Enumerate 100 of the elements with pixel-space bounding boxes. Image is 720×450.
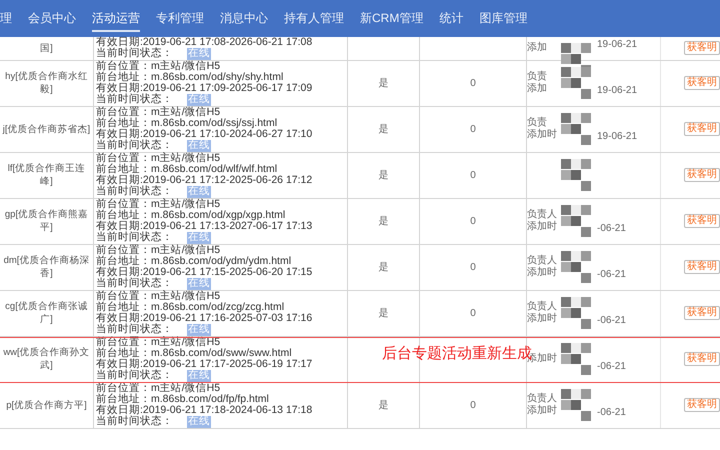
nav-tab[interactable]: 图库管理 — [479, 9, 528, 32]
info-line: 有效日期:2019-06-21 17:08-2026-06-21 17:08 — [96, 37, 314, 48]
date-text: 19-06-21 — [597, 84, 638, 98]
customer-detail-button[interactable]: 获客明 — [684, 398, 720, 412]
info-line: 有效日期:2019-06-21 17:13-2027-06-17 17:13 — [96, 221, 314, 232]
nav-tab[interactable]: 会员中心 — [28, 9, 76, 32]
owner-label: 负责 — [527, 117, 548, 128]
owner-label: 负责 — [527, 71, 547, 82]
nav-tab[interactable]: 活动运营 — [92, 9, 140, 32]
owner-label: 添加 — [527, 83, 547, 95]
nav-tab[interactable]: 理 — [0, 9, 12, 32]
activity-name: dm[优质合作商杨深 — [4, 254, 90, 267]
date-text: -06-21 — [597, 406, 626, 420]
owner-label: 负责人 — [527, 301, 557, 312]
nav-tab[interactable]: 消息中心 — [220, 9, 268, 32]
status-tag: 在线 — [187, 94, 211, 106]
status-label: 当前时间状态： — [96, 324, 173, 336]
info-line: 前台位置：m主站/微信H5 — [96, 60, 222, 72]
count-text: 0 — [470, 260, 476, 274]
flag-text: 是 — [378, 260, 388, 274]
status-label: 当前时间状态： — [96, 94, 173, 106]
nav-tab[interactable]: 专利管理 — [156, 9, 204, 32]
count-text: 0 — [470, 214, 476, 228]
status-label: 当前时间状态： — [96, 416, 173, 428]
owner-label: 添加时 — [527, 267, 557, 279]
status-tag: 在线 — [187, 140, 211, 152]
mosaic-drawing — [561, 388, 593, 422]
info-line: 前台位置：m主站/微信H5 — [96, 290, 222, 302]
customer-detail-button[interactable]: 获客明 — [684, 41, 720, 56]
date-text: -06-21 — [597, 222, 626, 236]
nav-tab[interactable]: 统计 — [439, 9, 464, 32]
info-line: 有效日期:2019-06-21 17:18-2024-06-13 17:18 — [96, 405, 314, 416]
info-line: 有效日期:2019-06-21 17:12-2025-06-26 17:12 — [96, 175, 314, 186]
status-tag: 在线 — [187, 278, 211, 290]
nav-tab[interactable]: 持有人管理 — [284, 9, 344, 32]
status-tag: 在线 — [187, 324, 211, 336]
owner-label: 负责人 — [527, 393, 557, 404]
flag-text: 是 — [378, 306, 388, 320]
date-text: -06-21 — [597, 268, 626, 282]
owner-label: 添加时 — [527, 221, 557, 233]
activity-name: p[优质合作商方平] — [6, 398, 87, 412]
activity-name: 峰] — [40, 175, 53, 188]
flag-text: 是 — [378, 122, 388, 136]
mosaic-drawing — [561, 296, 593, 330]
owner-label: 添加时 — [527, 405, 557, 417]
flag-text: 是 — [378, 214, 388, 228]
info-line: 前台地址：m.86sb.com/od/fp/fp.html — [96, 394, 270, 405]
info-line: 前台位置：m主站/微信H5 — [96, 244, 222, 256]
activity-name: 平] — [40, 221, 53, 234]
count-text: 0 — [470, 168, 476, 182]
activity-name: 武] — [40, 359, 53, 372]
owner-label: 负责人 — [527, 255, 557, 266]
customer-detail-button[interactable]: 获客明 — [684, 168, 720, 182]
mosaic-drawing — [561, 66, 593, 100]
mosaic-drawing — [561, 342, 593, 376]
date-text: 19-06-21 — [597, 130, 638, 144]
mosaic-drawing — [561, 250, 593, 284]
customer-detail-button[interactable]: 获客明 — [684, 76, 720, 90]
activity-name: cg[优质合作商张诚 — [5, 300, 88, 313]
info-line: 前台地址：m.86sb.com/od/zcg/zcg.html — [96, 302, 286, 313]
customer-detail-button[interactable]: 获客明 — [684, 122, 720, 136]
info-line: 前台位置：m主站/微信H5 — [96, 106, 222, 118]
owner-label: 添加时 — [527, 313, 557, 325]
count-text: 0 — [470, 398, 476, 412]
activity-name: 广] — [40, 313, 53, 326]
customer-detail-button[interactable]: 获客明 — [684, 260, 720, 274]
customer-detail-button[interactable]: 获客明 — [684, 306, 720, 320]
mosaic-drawing — [561, 158, 593, 192]
activity-name: 国] — [40, 42, 53, 55]
status-tag: 在线 — [187, 416, 211, 428]
owner-label: 添加 — [527, 42, 547, 54]
customer-detail-button[interactable]: 获客明 — [684, 352, 720, 366]
info-line: 前台地址：m.86sb.com/od/wlf/wlf.html — [96, 164, 278, 175]
status-tag: 在线 — [187, 186, 211, 198]
activity-name: hy[优质合作商水红 — [5, 70, 88, 83]
info-line: 有效日期:2019-06-21 17:17-2025-06-19 17:17 — [96, 359, 314, 370]
activity-name: j[优质合作商苏省杰] — [2, 122, 90, 136]
flag-text: 是 — [378, 76, 388, 90]
activity-name: gp[优质合作商熊嘉 — [4, 208, 88, 221]
date-text: -06-21 — [597, 360, 626, 374]
info-line: 前台位置：m主站/微信H5 — [96, 152, 222, 164]
info-line: 前台地址：m.86sb.com/od/sww/sww.html — [96, 348, 293, 359]
mosaic-drawing — [561, 112, 593, 146]
status-tag: 在线 — [187, 370, 211, 382]
activity-name: 香] — [40, 267, 53, 280]
status-tag: 在线 — [187, 232, 211, 244]
info-line: 前台地址：m.86sb.com/od/shy/shy.html — [96, 72, 284, 83]
count-text: 0 — [470, 76, 476, 90]
info-line: 有效日期:2019-06-21 17:09-2025-06-17 17:09 — [96, 83, 314, 94]
customer-detail-button[interactable]: 获客明 — [684, 214, 720, 228]
info-line: 前台地址：m.86sb.com/od/xgp/xgp.html — [96, 210, 286, 221]
info-line: 有效日期:2019-06-21 17:15-2025-06-20 17:15 — [96, 267, 314, 278]
status-label: 当前时间状态： — [96, 370, 173, 382]
nav-tab[interactable]: 新CRM管理 — [360, 9, 424, 32]
mosaic-drawing — [561, 204, 593, 238]
count-text: 0 — [470, 122, 476, 136]
info-line: 有效日期:2019-06-21 17:10-2024-06-27 17:10 — [96, 129, 314, 140]
flag-text: 是 — [378, 398, 388, 412]
owner-label: 负责人 — [527, 209, 557, 220]
status-label: 当前时间状态： — [96, 186, 173, 198]
